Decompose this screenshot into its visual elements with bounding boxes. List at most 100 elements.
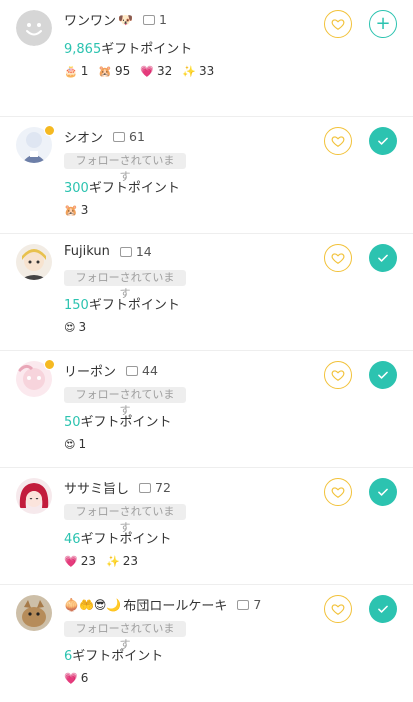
name-line: ワンワン 🐶 1 [64, 10, 167, 29]
following-button[interactable] [369, 478, 397, 506]
check-icon [378, 254, 388, 262]
avatar[interactable] [16, 10, 52, 46]
following-button[interactable] [369, 595, 397, 623]
gift-summary: 😍 3 [64, 320, 96, 334]
gift-points-label: ギフトポイント [80, 532, 172, 547]
comment-count: 72 [139, 480, 171, 495]
gift-points: 46ギフトポイント [64, 528, 172, 547]
check-icon [378, 137, 388, 145]
user-row[interactable]: シオン 61 フォローされています 300ギフトポイント 🐹 3 [0, 117, 413, 234]
gift-item: 💗 23 [64, 554, 96, 568]
gift-count: 1 [80, 64, 89, 78]
heart-icon [331, 136, 345, 147]
gift-count: 3 [80, 203, 89, 217]
comment-icon [142, 14, 155, 25]
name-line: Fujikun 14 [64, 244, 152, 259]
heart-icon [331, 604, 345, 615]
heart-gift-icon: 💗 [64, 554, 78, 568]
comment-count-value: 72 [155, 480, 171, 495]
like-button[interactable] [324, 10, 352, 38]
followed-by-tag: フォローされています [64, 270, 186, 300]
gift-summary: 💗 6 [64, 671, 98, 685]
user-row[interactable]: ササミ旨し 72 フォローされています 46ギフトポイント 💗 23 ✨ 23 [0, 468, 413, 585]
gift-summary: 😍 1 [64, 437, 96, 451]
cake-gift-icon: 🎂 [64, 64, 78, 78]
user-list: ワンワン 🐶 1 9,865ギフトポイント 🎂 1 🐹 95 💗 32 ✨ 33 + シ… [0, 0, 413, 702]
avatar[interactable] [16, 595, 52, 631]
gift-points-value: 46 [64, 532, 81, 547]
comment-icon [237, 599, 250, 610]
gift-points: 150ギフトポイント [64, 294, 180, 313]
gift-item: 🐹 95 [98, 64, 130, 78]
check-icon [378, 488, 388, 496]
gift-points-label: ギフトポイント [101, 42, 193, 57]
gift-count: 23 [80, 554, 96, 568]
comment-count-value: 7 [253, 597, 262, 612]
hamster-gift-icon: 🐹 [98, 64, 113, 78]
star-badge-icon [44, 359, 55, 370]
following-button[interactable] [369, 127, 397, 155]
like-button[interactable] [324, 127, 352, 155]
following-button[interactable] [369, 244, 397, 272]
comment-icon [119, 246, 132, 257]
heart-gift-icon: 💗 [64, 671, 78, 685]
name-line: ササミ旨し 72 [64, 478, 171, 497]
user-name[interactable]: シオン [64, 127, 103, 146]
gift-points: 6ギフトポイント [64, 645, 163, 664]
user-name[interactable]: 布団ロールケーキ [123, 595, 227, 614]
user-name[interactable]: Fujikun [64, 244, 110, 259]
user-row[interactable]: ワンワン 🐶 1 9,865ギフトポイント 🎂 1 🐹 95 💗 32 ✨ 33 + [0, 0, 413, 117]
user-name[interactable]: ササミ旨し [64, 478, 129, 497]
gift-points: 50ギフトポイント [64, 411, 172, 430]
followed-by-tag: フォローされています [64, 153, 186, 183]
name-line: リーポン 44 [64, 361, 158, 380]
gift-summary: 🐹 3 [64, 203, 98, 217]
gift-item: 🎂 1 [64, 64, 88, 78]
gift-points: 300ギフトポイント [64, 177, 180, 196]
like-button[interactable] [324, 595, 352, 623]
followed-by-tag: フォローされています [64, 621, 186, 651]
name-emoji: 🐶 [118, 12, 133, 27]
gift-count: 23 [122, 554, 138, 568]
comment-icon [139, 482, 152, 493]
followed-by-tag: フォローされています [64, 504, 186, 534]
comment-count: 1 [142, 12, 167, 27]
gift-points: 9,865ギフトポイント [64, 38, 192, 57]
hamster-gift-icon: 🐹 [64, 203, 78, 217]
avatar[interactable] [16, 244, 52, 280]
comment-count-value: 44 [142, 363, 158, 378]
gift-points-label: ギフトポイント [88, 298, 180, 313]
gift-summary: 🎂 1 🐹 95 💗 32 ✨ 33 [64, 64, 224, 78]
heart-icon [331, 253, 345, 264]
like-button[interactable] [324, 478, 352, 506]
user-name[interactable]: ワンワン [64, 10, 116, 29]
followed-by-tag: フォローされています [64, 387, 186, 417]
love-face-gift-icon: 😍 [64, 320, 76, 334]
gift-points-value: 9,865 [64, 42, 102, 57]
like-button[interactable] [324, 361, 352, 389]
star-badge-icon [44, 125, 55, 136]
gift-item: 🐹 3 [64, 203, 88, 217]
heart-icon [331, 19, 345, 30]
follow-button[interactable]: + [369, 10, 397, 38]
comment-count-value: 14 [135, 244, 152, 259]
gift-points-label: ギフトポイント [80, 415, 172, 430]
user-row[interactable]: 🧅🤲😎🌙 布団ロールケーキ 7 フォローされています 6ギフトポイント 💗 6 [0, 585, 413, 702]
like-button[interactable] [324, 244, 352, 272]
gift-item: ✨ 23 [106, 554, 138, 568]
gift-item: 💗 32 [140, 64, 172, 78]
sparkle-gift-icon: ✨ [105, 554, 120, 568]
comment-count: 44 [126, 363, 158, 378]
plus-icon: + [375, 13, 391, 34]
user-row[interactable]: リーポン 44 フォローされています 50ギフトポイント 😍 1 [0, 351, 413, 468]
avatar[interactable] [16, 478, 52, 514]
gift-points-value: 50 [64, 415, 81, 430]
gift-count: 33 [199, 64, 215, 78]
following-button[interactable] [369, 361, 397, 389]
gift-count: 6 [80, 671, 89, 685]
comment-icon [113, 131, 126, 142]
user-row[interactable]: Fujikun 14 フォローされています 150ギフトポイント 😍 3 [0, 234, 413, 351]
name-emoji: 🧅🤲😎🌙 [64, 597, 122, 612]
gift-item: ✨ 33 [182, 64, 214, 78]
user-name[interactable]: リーポン [64, 361, 116, 380]
